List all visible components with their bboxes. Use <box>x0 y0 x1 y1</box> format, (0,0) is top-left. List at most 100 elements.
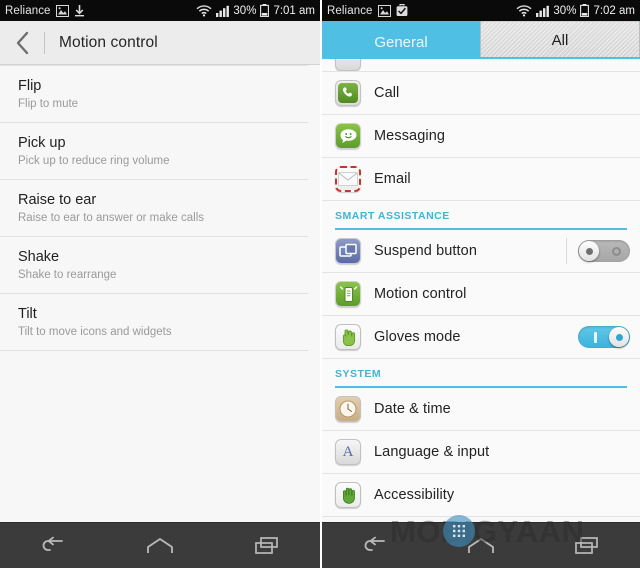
list-item-subtitle: Tilt to move icons and widgets <box>18 326 172 338</box>
tab-general[interactable]: General <box>322 25 480 59</box>
tab-all[interactable]: All <box>480 21 640 59</box>
screenshot-stage: Reliance 30% 7:01 am Motion control Flip… <box>0 0 640 568</box>
back-icon <box>42 536 64 551</box>
back-button[interactable] <box>0 21 44 65</box>
toggle-off-indicator <box>612 247 621 256</box>
left-phone-screen: Reliance 30% 7:01 am Motion control Flip… <box>0 0 320 568</box>
nav-back-button[interactable] <box>24 526 82 566</box>
list-item[interactable]: Tilt Tilt to move icons and widgets <box>0 294 308 351</box>
home-icon <box>147 537 173 553</box>
settings-item-label: Suspend button <box>374 243 477 259</box>
settings-item-control <box>566 238 640 264</box>
carrier-label: Reliance <box>5 4 51 17</box>
glove-icon <box>335 324 361 350</box>
row-divider <box>566 238 567 264</box>
right-navigation-bar <box>322 522 640 568</box>
settings-item-email[interactable]: Email <box>322 158 640 201</box>
settings-item-label: Call <box>374 85 400 101</box>
settings-item-control <box>578 326 640 348</box>
suspend-icon <box>335 238 361 264</box>
settings-list: Call Messaging Email SMART ASSISTANCE Su… <box>322 59 640 517</box>
list-item-subtitle: Shake to rearrange <box>18 269 117 281</box>
carrier-label: Reliance <box>327 4 373 17</box>
wifi-icon <box>196 4 212 16</box>
partial-icon <box>335 59 361 71</box>
briefcase-check-icon <box>396 4 407 16</box>
list-item-title: Tilt <box>18 306 37 322</box>
list-item[interactable]: Shake Shake to rearrange <box>0 237 308 294</box>
settings-item-label: Accessibility <box>374 487 455 503</box>
settings-item-call[interactable]: Call <box>322 72 640 115</box>
toggle-knob-dot <box>585 247 593 255</box>
phone-icon <box>335 80 361 106</box>
list-item-title: Shake <box>18 249 60 265</box>
toggle-knob <box>609 327 629 347</box>
clock-label: 7:02 am <box>593 4 635 17</box>
list-item[interactable]: Flip Flip to mute <box>0 65 308 123</box>
right-status-left: Reliance <box>327 4 408 17</box>
section-header-smart-assistance: SMART ASSISTANCE <box>322 201 640 225</box>
toggle-on-indicator <box>594 332 597 343</box>
back-chevron-icon <box>16 31 28 54</box>
list-item-title: Flip <box>18 78 42 94</box>
settings-tab-bar: General All <box>322 21 640 59</box>
settings-item-label: Language & input <box>374 444 490 460</box>
clock-label: 7:01 am <box>273 4 315 17</box>
image-icon <box>55 4 69 17</box>
clock-icon <box>335 396 361 422</box>
settings-item-label: Motion control <box>374 286 467 302</box>
toggle-knob <box>579 241 599 261</box>
left-status-left: Reliance <box>5 4 85 17</box>
right-status-bar: Reliance 30% 7:02 am <box>322 0 640 21</box>
battery-icon <box>580 4 590 17</box>
motion-control-icon <box>335 281 361 307</box>
letter-a-icon: A <box>335 439 361 465</box>
section-title: SMART ASSISTANCE <box>335 210 450 222</box>
list-item-title: Raise to ear <box>18 192 97 208</box>
list-item-partial[interactable] <box>322 59 640 72</box>
settings-item-label: Date & time <box>374 401 451 417</box>
wifi-icon <box>516 4 532 16</box>
battery-percent-label: 30% <box>233 4 257 17</box>
list-item[interactable]: Raise to ear Raise to ear to answer or m… <box>0 180 308 237</box>
right-phone-screen: Reliance 30% 7:02 am General All Call Me… <box>320 0 640 568</box>
settings-item-label: Messaging <box>374 128 446 144</box>
image-icon <box>377 4 391 17</box>
nav-recents-button[interactable] <box>558 526 616 566</box>
recents-icon <box>254 536 278 554</box>
nav-home-button[interactable] <box>452 526 510 566</box>
gloves-mode-toggle[interactable] <box>578 326 630 348</box>
battery-percent-label: 30% <box>553 4 577 17</box>
signal-icon <box>536 5 550 17</box>
suspend-button-toggle[interactable] <box>578 240 630 262</box>
message-icon <box>335 123 361 149</box>
settings-item-date-time[interactable]: Date & time <box>322 388 640 431</box>
home-icon <box>468 537 494 553</box>
settings-item-suspend-button[interactable]: Suspend button <box>322 230 640 273</box>
hand-icon <box>335 482 361 508</box>
nav-recents-button[interactable] <box>238 526 296 566</box>
settings-item-gloves-mode[interactable]: Gloves mode <box>322 316 640 359</box>
nav-home-button[interactable] <box>131 526 189 566</box>
left-status-bar: Reliance 30% 7:01 am <box>0 0 320 21</box>
settings-item-messaging[interactable]: Messaging <box>322 115 640 158</box>
settings-item-motion-control[interactable]: Motion control <box>322 273 640 316</box>
settings-item-accessibility[interactable]: Accessibility <box>322 474 640 517</box>
back-icon <box>364 536 385 551</box>
nav-back-button[interactable] <box>346 526 404 566</box>
list-item-subtitle: Raise to ear to answer or make calls <box>18 212 204 224</box>
letter-a-glyph: A <box>342 443 354 460</box>
battery-icon <box>260 4 270 17</box>
list-item-subtitle: Flip to mute <box>18 98 79 110</box>
settings-item-label: Gloves mode <box>374 329 461 345</box>
settings-item-language-input[interactable]: A Language & input <box>322 431 640 474</box>
download-icon <box>74 4 84 16</box>
envelope-icon <box>335 166 361 192</box>
motion-control-list: Flip Flip to mute Pick up Pick up to red… <box>0 65 320 351</box>
list-item[interactable]: Pick up Pick up to reduce ring volume <box>0 123 308 180</box>
left-status-right: 30% 7:01 am <box>196 4 315 17</box>
toggle-knob-dot <box>615 333 623 341</box>
left-navigation-bar <box>0 522 320 568</box>
section-title: SYSTEM <box>335 368 382 380</box>
section-header-system: SYSTEM <box>322 359 640 383</box>
